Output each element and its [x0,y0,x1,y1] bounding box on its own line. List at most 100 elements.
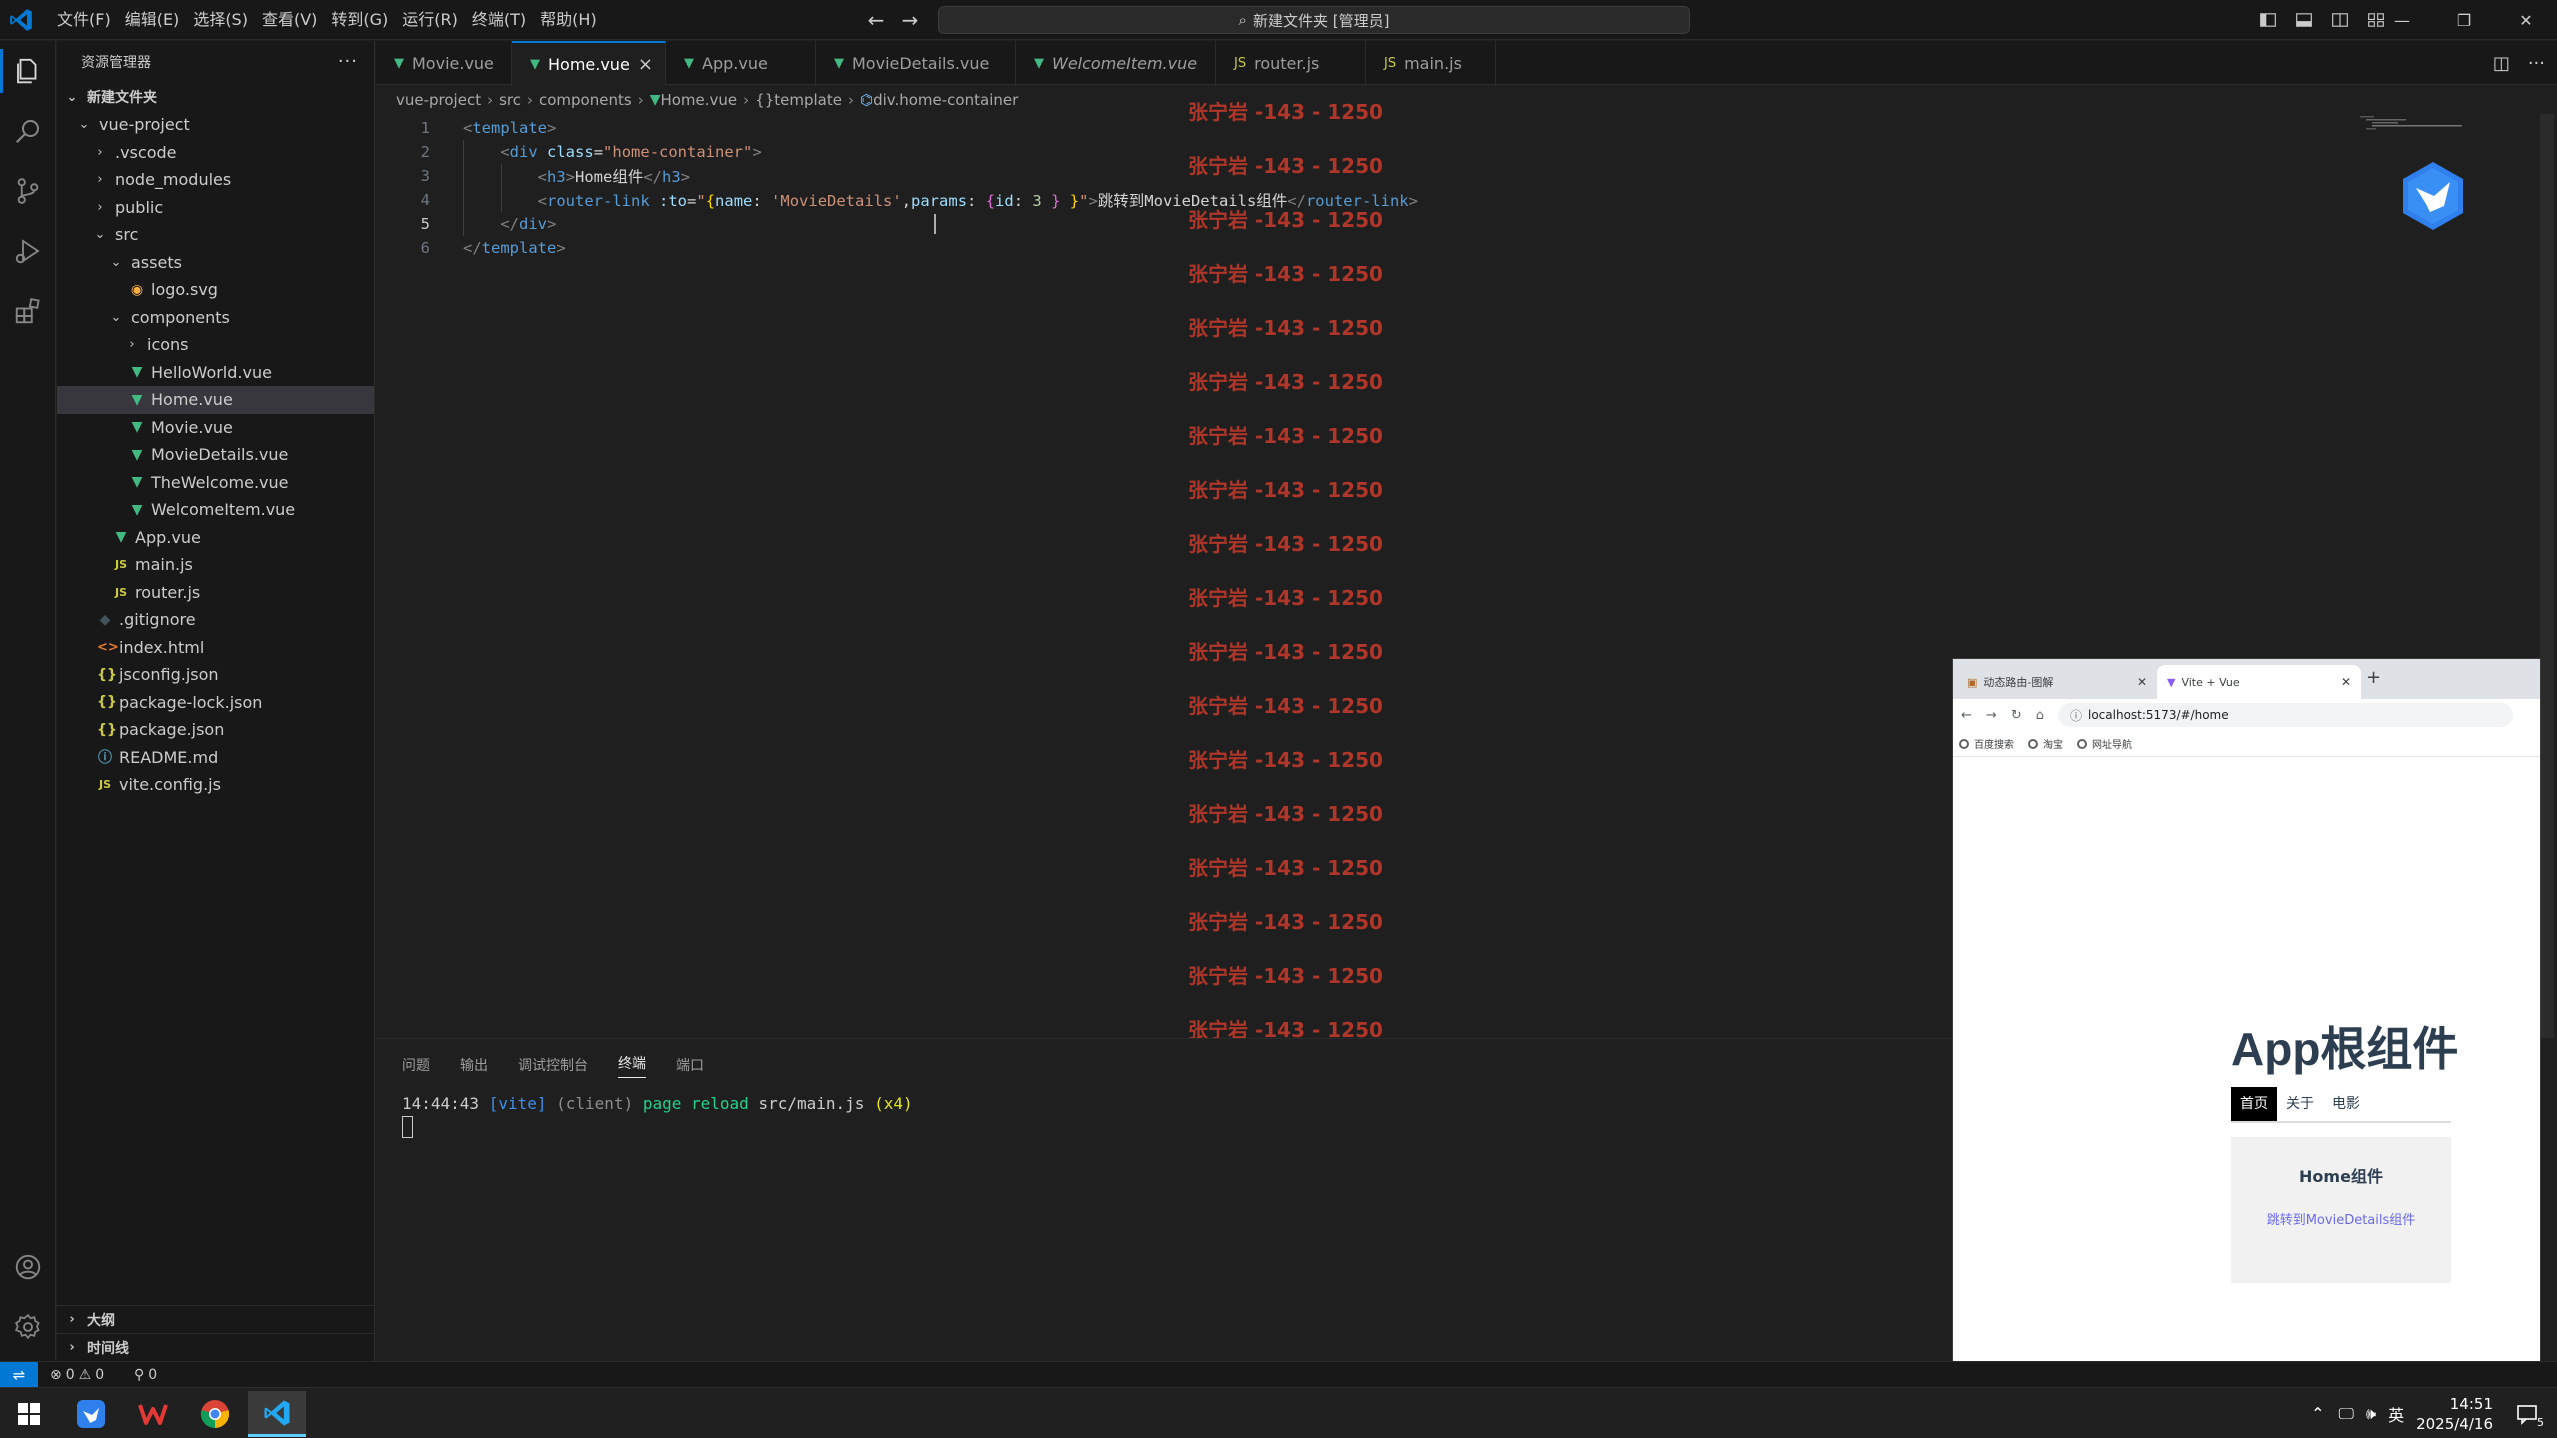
split-editor-icon[interactable]: ◫ [2493,53,2510,74]
panel-tab[interactable]: 调试控制台 [518,1055,588,1075]
search-icon[interactable] [0,103,56,159]
bookmark-item[interactable]: 淘宝 [2028,736,2063,751]
toggle-primary-sidebar-icon[interactable] [2255,6,2281,34]
file-tree-item[interactable]: ◉ logo.svg [57,276,374,304]
breadcrumb-item[interactable]: src [499,91,521,109]
file-tree-item[interactable]: ⌄ vue-project [57,111,374,139]
browser-tab-active[interactable]: ▼ Vite + Vue ✕ [2157,665,2361,699]
editor-tab[interactable]: JS router.js [1216,41,1366,85]
sidebar-section[interactable]: › 大纲 [57,1305,375,1333]
file-tree-item[interactable]: › icons [57,331,374,359]
site-info-icon[interactable]: ⓘ [2070,707,2082,724]
file-tree-item[interactable]: › node_modules [57,166,374,194]
file-tree-item[interactable]: ▼ TheWelcome.vue [57,469,374,497]
menu-item[interactable]: 运行(R) [395,0,465,40]
editor-tab[interactable]: ▼ App.vue [666,41,816,85]
assistant-app-icon[interactable] [62,1391,120,1437]
file-tree-item[interactable]: ⓘ README.md [57,744,374,772]
address-bar[interactable]: ⓘ localhost:5173/#/home [2057,703,2513,727]
file-tree-item[interactable]: ▼ Movie.vue [57,414,374,442]
breadcrumb-item[interactable]: template [774,91,842,109]
menu-item[interactable]: 选择(S) [186,0,255,40]
bookmark-item[interactable]: 网址导航 [2077,736,2132,751]
file-tree-item[interactable]: {} package-lock.json [57,689,374,717]
tray-chevron-up-icon[interactable]: ⌃ [2311,1404,2324,1423]
editor-tab[interactable]: ▼ MovieDetails.vue [816,41,1016,85]
editor-tab[interactable]: ▼ WelcomeItem.vue [1016,41,1216,85]
explorer-root-folder[interactable]: ⌄ 新建文件夹 [57,83,374,111]
editor-tab[interactable]: JS main.js [1366,41,1496,85]
panel-tab[interactable]: 输出 [460,1055,488,1075]
file-tree-item[interactable]: ◆ .gitignore [57,606,374,634]
breadcrumb-item[interactable]: vue-project [396,91,481,109]
toggle-secondary-sidebar-icon[interactable] [2327,6,2353,34]
app-nav-link[interactable]: 电影 [2323,1087,2369,1121]
file-tree-item[interactable]: JS router.js [57,579,374,607]
extensions-icon[interactable] [0,283,56,339]
run-debug-icon[interactable] [0,223,56,279]
close-tab-icon[interactable]: ✕ [2137,675,2147,689]
notification-icon[interactable]: 5 [2507,1394,2547,1434]
file-tree-item[interactable]: › public [57,194,374,222]
file-tree-item[interactable]: ▼ App.vue [57,524,374,552]
windows-start-icon[interactable] [0,1391,58,1437]
account-icon[interactable] [0,1239,56,1295]
menu-item[interactable]: 编辑(E) [118,0,187,40]
network-icon[interactable]: 🖵 [2339,1404,2354,1424]
ports-status[interactable]: ⚲ 0 [134,1362,157,1388]
editor-tab[interactable]: ▼ Movie.vue [376,41,512,85]
settings-gear-icon[interactable] [0,1299,56,1355]
restore-icon[interactable]: ❐ [2433,0,2495,40]
browser-tab[interactable]: ▣ 动态路由-图解 ✕ [1957,665,2157,699]
menu-item[interactable]: 终端(T) [465,0,533,40]
breadcrumb-item[interactable]: Home.vue [660,91,737,109]
menu-item[interactable]: 查看(V) [255,0,324,40]
file-tree-item[interactable]: JS main.js [57,551,374,579]
explorer-icon[interactable] [0,43,56,99]
floating-assistant-icon[interactable] [2400,160,2466,232]
panel-tab[interactable]: 问题 [402,1055,430,1075]
new-tab-icon[interactable]: + [2366,667,2381,688]
forward-arrow-icon[interactable]: → [896,6,924,34]
file-tree-item[interactable]: ▼ HelloWorld.vue [57,359,374,387]
file-tree-item[interactable]: {} jsconfig.json [57,661,374,689]
movie-details-link[interactable]: 跳转到MovieDetails组件 [2231,1209,2451,1228]
toggle-panel-icon[interactable] [2291,6,2317,34]
app-nav-link[interactable]: 首页 [2231,1087,2277,1121]
home-icon[interactable]: ⌂ [2036,708,2044,723]
file-tree-item[interactable]: ▼ MovieDetails.vue [57,441,374,469]
file-tree-item[interactable]: ▼ Home.vue [57,386,374,414]
file-tree-item[interactable]: ▼ WelcomeItem.vue [57,496,374,524]
close-window-icon[interactable]: ✕ [2495,0,2557,40]
source-control-icon[interactable] [0,163,56,219]
back-arrow-icon[interactable]: ← [1961,708,1972,723]
clock[interactable]: 14:51 2025/4/16 [2416,1394,2493,1434]
app-nav-link[interactable]: 关于 [2277,1087,2323,1121]
vscode-taskbar-icon[interactable] [248,1391,306,1437]
menu-item[interactable]: 文件(F) [50,0,118,40]
more-actions-icon[interactable]: ··· [338,51,358,72]
menu-item[interactable]: 转到(G) [324,0,395,40]
menu-item[interactable]: 帮助(H) [533,0,604,40]
minimize-icon[interactable]: — [2371,0,2433,40]
file-tree-item[interactable]: JS vite.config.js [57,771,374,799]
bookmark-item[interactable]: 百度搜索 [1959,736,2014,751]
volume-icon[interactable]: 🕪 [2366,1404,2376,1424]
terminal[interactable]: 14:44:43 [vite] (client) page reload src… [376,1091,1952,1139]
sidebar-section[interactable]: › 时间线 [57,1333,375,1361]
input-method-indicator[interactable]: 英 [2388,1402,2404,1426]
reload-icon[interactable]: ↻ [2011,708,2022,723]
breadcrumb-item[interactable]: components [539,91,632,109]
file-tree-item[interactable]: <> index.html [57,634,374,662]
file-tree-item[interactable]: {} package.json [57,716,374,744]
close-tab-icon[interactable]: × [638,54,653,75]
vscode-logo-icon[interactable] [8,7,34,33]
close-tab-icon[interactable]: ✕ [2341,675,2351,689]
panel-tab[interactable]: 终端 [618,1053,646,1078]
breadcrumb-item[interactable]: div.home-container [873,91,1018,109]
wps-office-icon[interactable] [124,1391,182,1437]
remote-icon[interactable]: ⇌ [0,1362,38,1388]
editor-tab-active[interactable]: ▼ Home.vue × [512,41,666,85]
more-actions-icon[interactable]: ··· [2528,53,2545,74]
command-center[interactable]: ⌕ 新建文件夹 [管理员] [938,6,1690,34]
